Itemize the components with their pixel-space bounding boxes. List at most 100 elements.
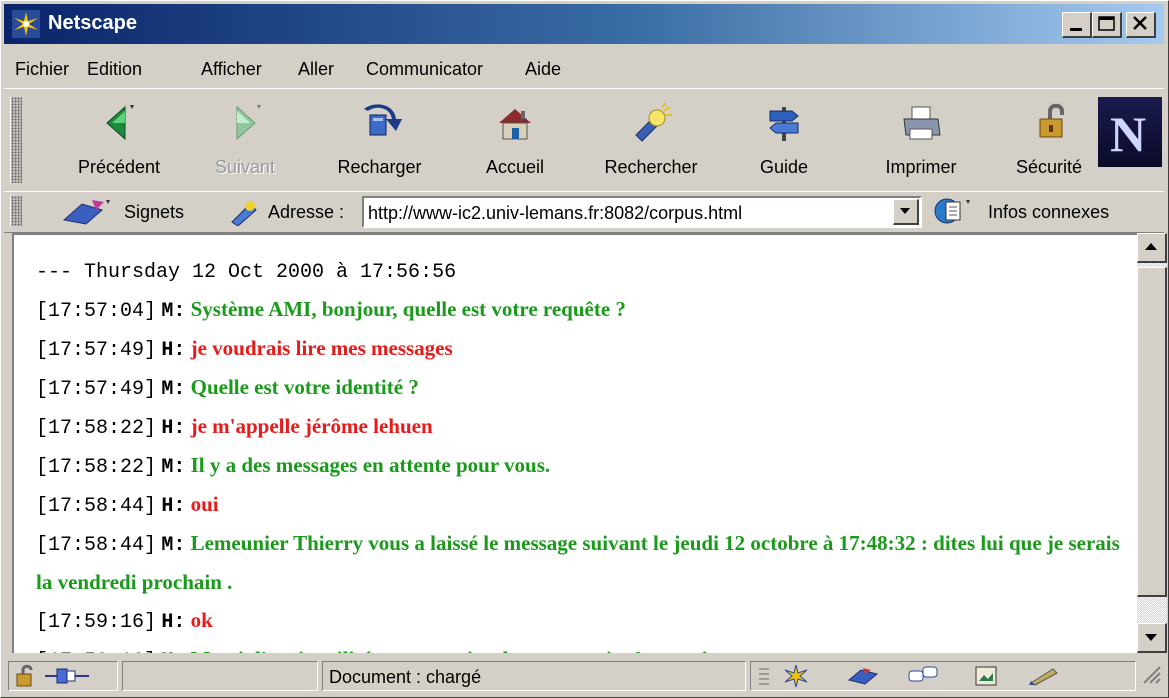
entry-time: [17:58:22] <box>36 417 157 440</box>
netscape-logo[interactable]: N <box>1098 97 1162 167</box>
menu-afficher[interactable]: Afficher <box>201 59 262 80</box>
composer-icon[interactable] <box>1027 665 1061 687</box>
security-button[interactable]: Sécurité <box>1000 99 1098 183</box>
log-entry: [17:58:44] H: oui <box>36 486 1126 525</box>
print-button[interactable]: Imprimer <box>866 99 976 183</box>
forward-arrow-icon <box>236 105 261 141</box>
menu-bar: Fichier Edition Afficher Aller Communica… <box>4 47 1164 85</box>
url-input[interactable] <box>368 202 888 224</box>
search-flashlight-icon <box>635 102 672 142</box>
menu-fichier[interactable]: Fichier <box>15 59 69 80</box>
maximize-icon <box>1098 16 1115 31</box>
entry-speaker: H: <box>161 495 186 518</box>
log-entry: [17:58:44] M: Lemeunier Thierry vous a l… <box>36 525 1126 602</box>
bookmarks-button[interactable]: Signets <box>62 194 212 228</box>
print-label: Imprimer <box>885 157 957 177</box>
reload-button[interactable]: Recharger <box>322 99 437 183</box>
security-label: Sécurité <box>1015 157 1083 177</box>
address-label: Adresse : <box>268 202 345 222</box>
entry-time: [17:57:04] <box>36 300 157 323</box>
mail-icon[interactable] <box>847 666 881 686</box>
minimize-button[interactable] <box>1062 12 1092 38</box>
status-message: Document : chargé <box>329 667 482 687</box>
security-padlock-icon <box>1039 103 1064 138</box>
entry-speaker: M: <box>161 456 186 479</box>
human-utterance: oui <box>190 492 219 516</box>
page-content[interactable]: --- Thursday 12 Oct 2000 à 17:56:56 [17:… <box>12 233 1137 653</box>
entry-speaker: H: <box>161 417 186 440</box>
menu-edition[interactable]: Edition <box>87 59 142 80</box>
menu-aller[interactable]: Aller <box>298 59 334 80</box>
arrow-down-icon <box>1145 634 1157 641</box>
entry-speaker: M: <box>161 534 186 557</box>
menu-aide[interactable]: Aide <box>525 59 561 80</box>
status-message-cell: Document : chargé <box>322 661 746 691</box>
status-bar: Document : chargé <box>4 657 1164 695</box>
scroll-up-button[interactable] <box>1137 233 1167 263</box>
status-lock-icon[interactable] <box>13 664 39 688</box>
status-security-cell <box>8 661 118 691</box>
menu-communicator[interactable]: Communicator <box>366 59 483 80</box>
home-label: Accueil <box>485 157 545 177</box>
chevron-down-icon <box>900 208 910 214</box>
dialogue-log: --- Thursday 12 Oct 2000 à 17:56:56 [17:… <box>36 255 1126 653</box>
log-entry: [17:58:22] H: je m'appelle jérôme lehuen <box>36 408 1126 447</box>
navigation-toolbar: Précédent Suivant Recharger Accueil Rech… <box>4 88 1164 192</box>
scroll-thumb[interactable] <box>1137 267 1167 597</box>
close-button[interactable] <box>1126 12 1156 38</box>
entry-time: [17:57:49] <box>36 378 157 401</box>
netscape-app-icon <box>12 10 40 38</box>
search-button[interactable]: Rechercher <box>584 99 718 183</box>
resize-grip-icon[interactable] <box>1140 663 1162 689</box>
human-utterance: je m'appelle jérôme lehuen <box>190 414 433 438</box>
home-button[interactable]: Accueil <box>470 99 560 183</box>
netscape-logo-letter: N <box>1110 106 1147 162</box>
entry-speaker: H: <box>161 339 186 362</box>
entry-speaker: M: <box>161 650 185 653</box>
entry-time: [17:59:16] <box>36 611 157 634</box>
entry-time: [17:58:44] <box>36 534 157 557</box>
component-grip-icon[interactable] <box>757 666 771 686</box>
entry-time: [17:59:16] <box>36 650 156 653</box>
url-field[interactable] <box>362 196 922 228</box>
machine-utterance: Lemeunier Thierry vous a laissé le messa… <box>36 531 1120 594</box>
toolbar-grip[interactable] <box>10 97 22 183</box>
status-connection-icon[interactable] <box>43 666 91 686</box>
title-bar[interactable]: Netscape <box>4 4 1164 44</box>
reload-icon <box>364 104 402 136</box>
machine-utterance: Il y a des messages en attente pour vous… <box>190 453 551 477</box>
forward-button[interactable]: Suivant <box>200 99 290 183</box>
guide-label: Guide <box>759 157 809 177</box>
back-label: Précédent <box>77 157 161 177</box>
back-button[interactable]: Précédent <box>64 99 174 183</box>
log-entry: [17:58:22] M: Il y a des messages en att… <box>36 447 1126 486</box>
log-entry: [17:57:49] M: Quelle est votre identité … <box>36 369 1126 408</box>
vertical-scrollbar[interactable] <box>1137 233 1167 653</box>
location-grip[interactable] <box>10 196 22 226</box>
navigator-icon[interactable] <box>781 664 811 688</box>
guide-signpost-icon <box>769 107 799 141</box>
machine-utterance: Merci d'avoir utilisé notre service de m… <box>191 647 721 653</box>
address-book-icon[interactable] <box>973 665 1001 687</box>
close-icon <box>1133 16 1147 30</box>
scroll-down-button[interactable] <box>1137 623 1167 653</box>
discussion-groups-icon[interactable] <box>907 665 941 687</box>
netscape-window: Netscape Fichier Edition Afficher Aller … <box>0 0 1169 698</box>
log-entry: [17:57:49] H: je voudrais lire mes messa… <box>36 330 1126 369</box>
entry-time: [17:58:22] <box>36 456 157 479</box>
bookmarks-icon <box>62 200 110 225</box>
log-entry: [17:57:04] M: Système AMI, bonjour, quel… <box>36 291 1126 330</box>
entry-speaker: H: <box>161 611 186 634</box>
home-icon <box>499 109 531 140</box>
guide-button[interactable]: Guide <box>744 99 824 183</box>
bookmarks-label: Signets <box>124 202 185 222</box>
maximize-button[interactable] <box>1092 12 1122 38</box>
location-toolbar: Signets Adresse : Infos connexes <box>4 191 1164 233</box>
log-entries: [17:57:04] M: Système AMI, bonjour, quel… <box>36 291 1126 653</box>
machine-utterance: Quelle est votre identité ? <box>190 375 419 399</box>
entry-speaker: M: <box>161 300 186 323</box>
url-history-dropdown[interactable] <box>893 199 919 225</box>
related-links-button[interactable]: Infos connexes <box>932 194 1160 228</box>
status-progress-cell <box>122 661 318 691</box>
related-links-label: Infos connexes <box>988 202 1110 222</box>
